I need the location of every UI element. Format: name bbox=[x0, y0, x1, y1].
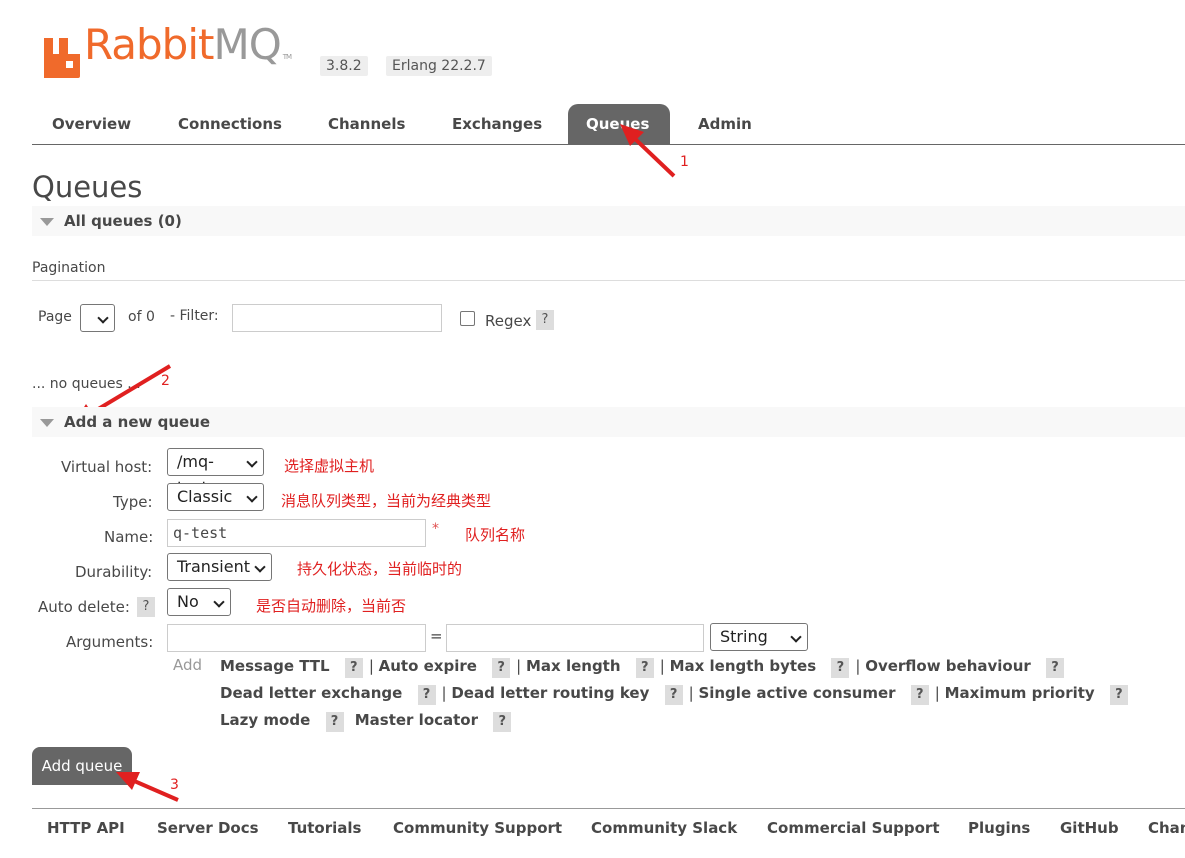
tab-exchanges[interactable]: Exchanges bbox=[432, 104, 562, 144]
arg-max-length[interactable]: Max length bbox=[526, 657, 621, 675]
chevron-down-icon bbox=[97, 312, 109, 324]
all-queues-header[interactable]: All queues (0) bbox=[32, 206, 1185, 236]
annotation-number-1: 1 bbox=[680, 154, 689, 170]
footer-link-github[interactable]: GitHub bbox=[1060, 819, 1119, 837]
rabbit-logo-icon bbox=[44, 38, 80, 78]
logo-text: RabbitMQ TM bbox=[84, 20, 292, 69]
annotation-durability: 持久化状态，当前临时的 bbox=[297, 560, 463, 578]
collapse-triangle-icon bbox=[40, 218, 54, 226]
help-icon[interactable]: ? bbox=[831, 658, 850, 678]
help-icon[interactable]: ? bbox=[344, 658, 363, 678]
version-badge: 3.8.2 bbox=[320, 56, 368, 76]
arg-single-active-consumer[interactable]: Single active consumer bbox=[698, 684, 895, 702]
annotation-vhost: 选择虚拟主机 bbox=[284, 457, 375, 475]
regex-help-icon[interactable]: ? bbox=[536, 310, 554, 330]
collapse-triangle-icon bbox=[40, 419, 54, 427]
arguments-label: Arguments: bbox=[66, 633, 154, 651]
filter-input[interactable] bbox=[232, 304, 442, 332]
name-input[interactable]: q-test bbox=[167, 519, 426, 547]
all-queues-title: All queues (0) bbox=[64, 212, 182, 230]
annotation-arrow-1 bbox=[620, 124, 676, 178]
help-icon[interactable]: ? bbox=[325, 712, 344, 732]
arg-max-length-bytes[interactable]: Max length bytes bbox=[670, 657, 817, 675]
add-label: Add bbox=[173, 656, 203, 674]
required-mark: * bbox=[432, 521, 439, 537]
type-select[interactable]: Classic bbox=[167, 483, 264, 511]
argument-shortcuts-row-2: Dead letter exchange ? | Dead letter rout… bbox=[220, 684, 1134, 705]
help-icon[interactable]: ? bbox=[635, 658, 654, 678]
vhost-label: Virtual host: bbox=[61, 458, 153, 476]
rabbitmq-logo: RabbitMQ TM bbox=[44, 24, 292, 78]
chevron-down-icon bbox=[246, 456, 258, 468]
tab-overview[interactable]: Overview bbox=[32, 104, 151, 144]
help-icon[interactable]: ? bbox=[1109, 685, 1128, 705]
annotation-autodelete: 是否自动删除，当前否 bbox=[256, 597, 407, 615]
arg-message-ttl[interactable]: Message TTL bbox=[220, 657, 330, 675]
chevron-down-icon bbox=[254, 561, 266, 573]
chevron-down-icon bbox=[213, 596, 225, 608]
footer-link-tutorials[interactable]: Tutorials bbox=[288, 819, 361, 837]
help-icon[interactable]: ? bbox=[493, 712, 512, 732]
help-icon[interactable]: ? bbox=[664, 685, 683, 705]
arg-dead-letter-exchange[interactable]: Dead letter exchange bbox=[220, 684, 402, 702]
annotation-number-2: 2 bbox=[161, 373, 170, 389]
name-label: Name: bbox=[104, 528, 154, 546]
autodelete-select[interactable]: No bbox=[167, 588, 231, 616]
footer-divider bbox=[32, 808, 1185, 809]
footer-link-server-docs[interactable]: Server Docs bbox=[157, 819, 259, 837]
arg-lazy-mode[interactable]: Lazy mode bbox=[220, 711, 310, 729]
argument-value-input[interactable] bbox=[446, 624, 704, 652]
footer-link-commercial-support[interactable]: Commercial Support bbox=[767, 819, 940, 837]
footer-link-plugins[interactable]: Plugins bbox=[968, 819, 1030, 837]
durability-select[interactable]: Transient bbox=[167, 553, 272, 581]
argument-type-select[interactable]: String bbox=[710, 623, 808, 651]
erlang-badge: Erlang 22.2.7 bbox=[386, 56, 492, 76]
filter-label: - Filter: bbox=[170, 308, 219, 324]
tab-channels[interactable]: Channels bbox=[308, 104, 425, 144]
page-title: Queues bbox=[32, 170, 143, 204]
argument-shortcuts-row-3: Lazy mode ? Master locator ? bbox=[220, 711, 517, 732]
main-nav: Overview Connections Channels Exchanges … bbox=[32, 104, 1185, 145]
regex-checkbox[interactable] bbox=[460, 311, 475, 326]
chevron-down-icon bbox=[790, 631, 802, 643]
chevron-down-icon bbox=[246, 491, 258, 503]
arg-maximum-priority[interactable]: Maximum priority bbox=[945, 684, 1095, 702]
footer-link-community-slack[interactable]: Community Slack bbox=[591, 819, 737, 837]
type-label: Type: bbox=[113, 493, 153, 511]
help-icon[interactable]: ? bbox=[417, 685, 436, 705]
argument-key-input[interactable] bbox=[167, 624, 426, 652]
page-select[interactable] bbox=[80, 304, 115, 332]
tab-connections[interactable]: Connections bbox=[158, 104, 302, 144]
footer-link-changelog[interactable]: Changelog bbox=[1148, 819, 1185, 837]
divider bbox=[32, 280, 1185, 281]
vhost-select[interactable]: /mq-test bbox=[167, 448, 264, 497]
annotation-number-3: 3 bbox=[170, 777, 179, 793]
arg-auto-expire[interactable]: Auto expire bbox=[379, 657, 477, 675]
help-icon[interactable]: ? bbox=[910, 685, 929, 705]
argument-shortcuts-row-1: Message TTL ? | Auto expire ? | Max length… bbox=[220, 657, 1070, 678]
arg-master-locator[interactable]: Master locator bbox=[355, 711, 478, 729]
footer-link-community-support[interactable]: Community Support bbox=[393, 819, 562, 837]
help-icon[interactable]: ? bbox=[1046, 658, 1065, 678]
autodelete-label: Auto delete: bbox=[38, 598, 130, 616]
arg-dead-letter-routing-key[interactable]: Dead letter routing key bbox=[451, 684, 649, 702]
of-pages: of 0 bbox=[128, 309, 155, 325]
tab-admin[interactable]: Admin bbox=[678, 104, 772, 144]
durability-label: Durability: bbox=[75, 563, 153, 581]
help-icon[interactable]: ? bbox=[492, 658, 511, 678]
add-queue-title: Add a new queue bbox=[64, 413, 211, 431]
autodelete-help-icon[interactable]: ? bbox=[137, 597, 155, 617]
annotation-type: 消息队列类型，当前为经典类型 bbox=[281, 492, 492, 510]
annotation-name: 队列名称 bbox=[465, 526, 526, 544]
equals-sign: = bbox=[430, 627, 443, 645]
regex-label: Regex bbox=[485, 312, 532, 330]
arg-overflow-behaviour[interactable]: Overflow behaviour bbox=[865, 657, 1031, 675]
pagination-label: Pagination bbox=[32, 260, 106, 276]
add-queue-header[interactable]: Add a new queue bbox=[32, 407, 1185, 437]
page-label: Page bbox=[38, 309, 72, 325]
footer-link-http-api[interactable]: HTTP API bbox=[47, 819, 125, 837]
